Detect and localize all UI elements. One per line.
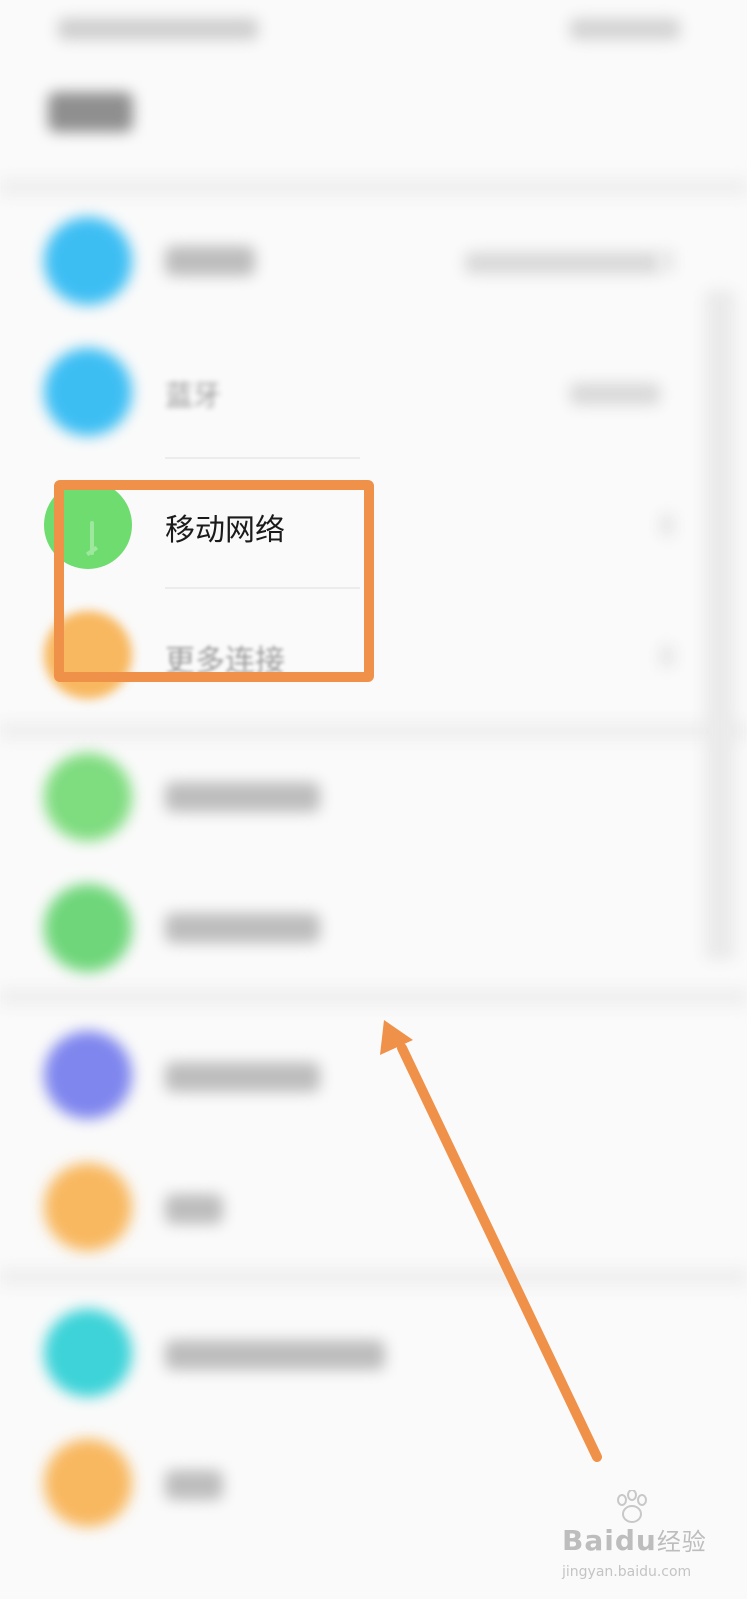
watermark-brand: Baidu经验: [562, 1522, 707, 1557]
baidu-watermark: Baidu经验 jingyan.baidu.com: [562, 1488, 712, 1588]
arrow-annotation: [380, 1020, 602, 1462]
watermark-url: jingyan.baidu.com: [562, 1564, 692, 1580]
arrow-shaft: [397, 1043, 602, 1462]
paw-logo-icon: [617, 1490, 647, 1523]
watermark-brand-en: Baidu: [562, 1524, 657, 1557]
watermark-brand-cn: 经验: [656, 1528, 707, 1556]
